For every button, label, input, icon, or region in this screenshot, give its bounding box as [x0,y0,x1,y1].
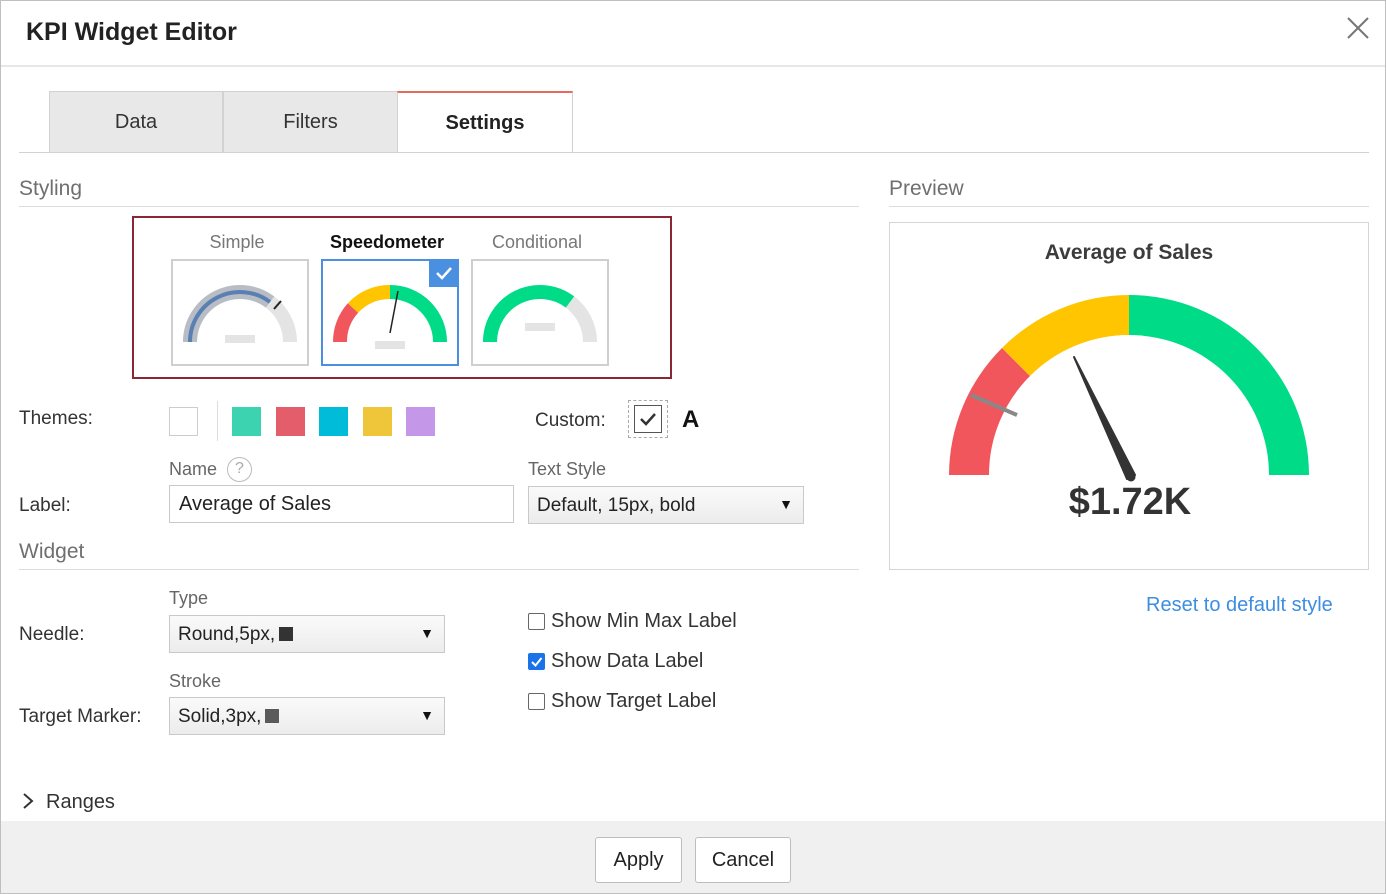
conditional-gauge-thumbnail [471,259,609,366]
preview-panel: Average of Sales $1.72K [889,222,1369,570]
ranges-label: Ranges [46,791,115,813]
show-target-label-text: Show Target Label [551,690,717,712]
preview-divider [889,206,1369,207]
reset-default-style-link[interactable]: Reset to default style [1146,594,1333,617]
show-min-max-label-checkbox[interactable] [528,613,545,630]
style-option-simple[interactable]: Simple [167,218,309,378]
gauge-needle [1073,356,1136,480]
check-icon [634,405,662,433]
target-marker-value: Solid,3px, [178,706,262,727]
gauge-style-picker: Simple Speedometer Conditional [132,216,672,379]
themes-label: Themes: [19,408,93,429]
show-target-label-checkbox[interactable] [528,693,545,710]
dialog-footer: Apply Cancel [1,821,1385,893]
preview-data-label: $1.72K [1068,481,1192,523]
text-style-value: Default, 15px, bold [537,495,696,516]
name-label: Name [169,459,218,479]
dropdown-arrow-icon: ▼ [420,625,434,641]
font-style-icon[interactable]: A [682,406,699,434]
theme-swatch-white[interactable] [169,407,198,436]
style-option-label: Conditional [491,232,583,252]
selected-check-icon [429,259,459,287]
style-option-conditional[interactable]: Conditional [467,218,609,378]
speedometer-gauge-thumbnail [321,259,459,366]
custom-label: Custom: [535,410,606,431]
simple-gauge-thumbnail [171,259,309,366]
needle-color-swatch [279,627,294,641]
dropdown-arrow-icon: ▼ [420,707,434,723]
text-style-select[interactable]: Default, 15px, bold ▼ [528,486,804,524]
show-min-max-label-text: Show Min Max Label [551,610,737,632]
label-row-label: Label: [19,495,71,516]
apply-button[interactable]: Apply [595,837,682,883]
widget-section-title: Widget [19,540,85,563]
label-name-input[interactable] [169,485,514,523]
theme-swatch-cyan[interactable] [319,407,348,436]
show-data-label-text: Show Data Label [551,650,704,672]
theme-swatch-purple[interactable] [406,407,435,436]
help-icon[interactable]: ? [227,457,252,482]
widget-divider [19,569,859,570]
stroke-label: Stroke [169,671,222,691]
target-color-swatch [265,709,280,723]
theme-swatch-yellow[interactable] [363,407,392,436]
show-data-label-checkbox[interactable] [528,653,545,670]
tabs-divider [19,152,1369,153]
style-option-label: Speedometer [329,232,445,252]
tab-filters[interactable]: Filters [223,91,398,153]
theme-swatch-teal[interactable] [232,407,261,436]
title-bar: KPI Widget Editor [1,1,1385,67]
style-option-label: Simple [209,232,265,252]
target-marker-select[interactable]: Solid,3px, ▼ [169,697,445,735]
style-option-speedometer[interactable]: Speedometer [317,218,459,378]
custom-theme-checkbox[interactable] [628,400,668,438]
text-style-label: Text Style [528,459,607,479]
tab-data[interactable]: Data [49,91,223,153]
styling-divider [19,206,859,207]
close-icon[interactable] [1345,15,1371,41]
needle-type-label: Type [169,588,209,608]
dialog-title: KPI Widget Editor [26,18,237,46]
chevron-right-icon [23,793,34,809]
needle-label: Needle: [19,624,85,645]
needle-select[interactable]: Round,5px, ▼ [169,615,445,653]
dropdown-arrow-icon: ▼ [779,496,793,512]
theme-swatch-red[interactable] [276,407,305,436]
preview-section-title: Preview [889,177,964,200]
tab-settings[interactable]: Settings [397,91,573,153]
theme-separator [217,401,218,441]
needle-value: Round,5px, [178,624,276,645]
target-marker-label: Target Marker: [19,706,142,727]
styling-section-title: Styling [19,177,83,200]
cancel-button[interactable]: Cancel [695,837,791,883]
kpi-widget-editor-dialog: KPI Widget Editor Data Filters Settings … [0,0,1386,894]
